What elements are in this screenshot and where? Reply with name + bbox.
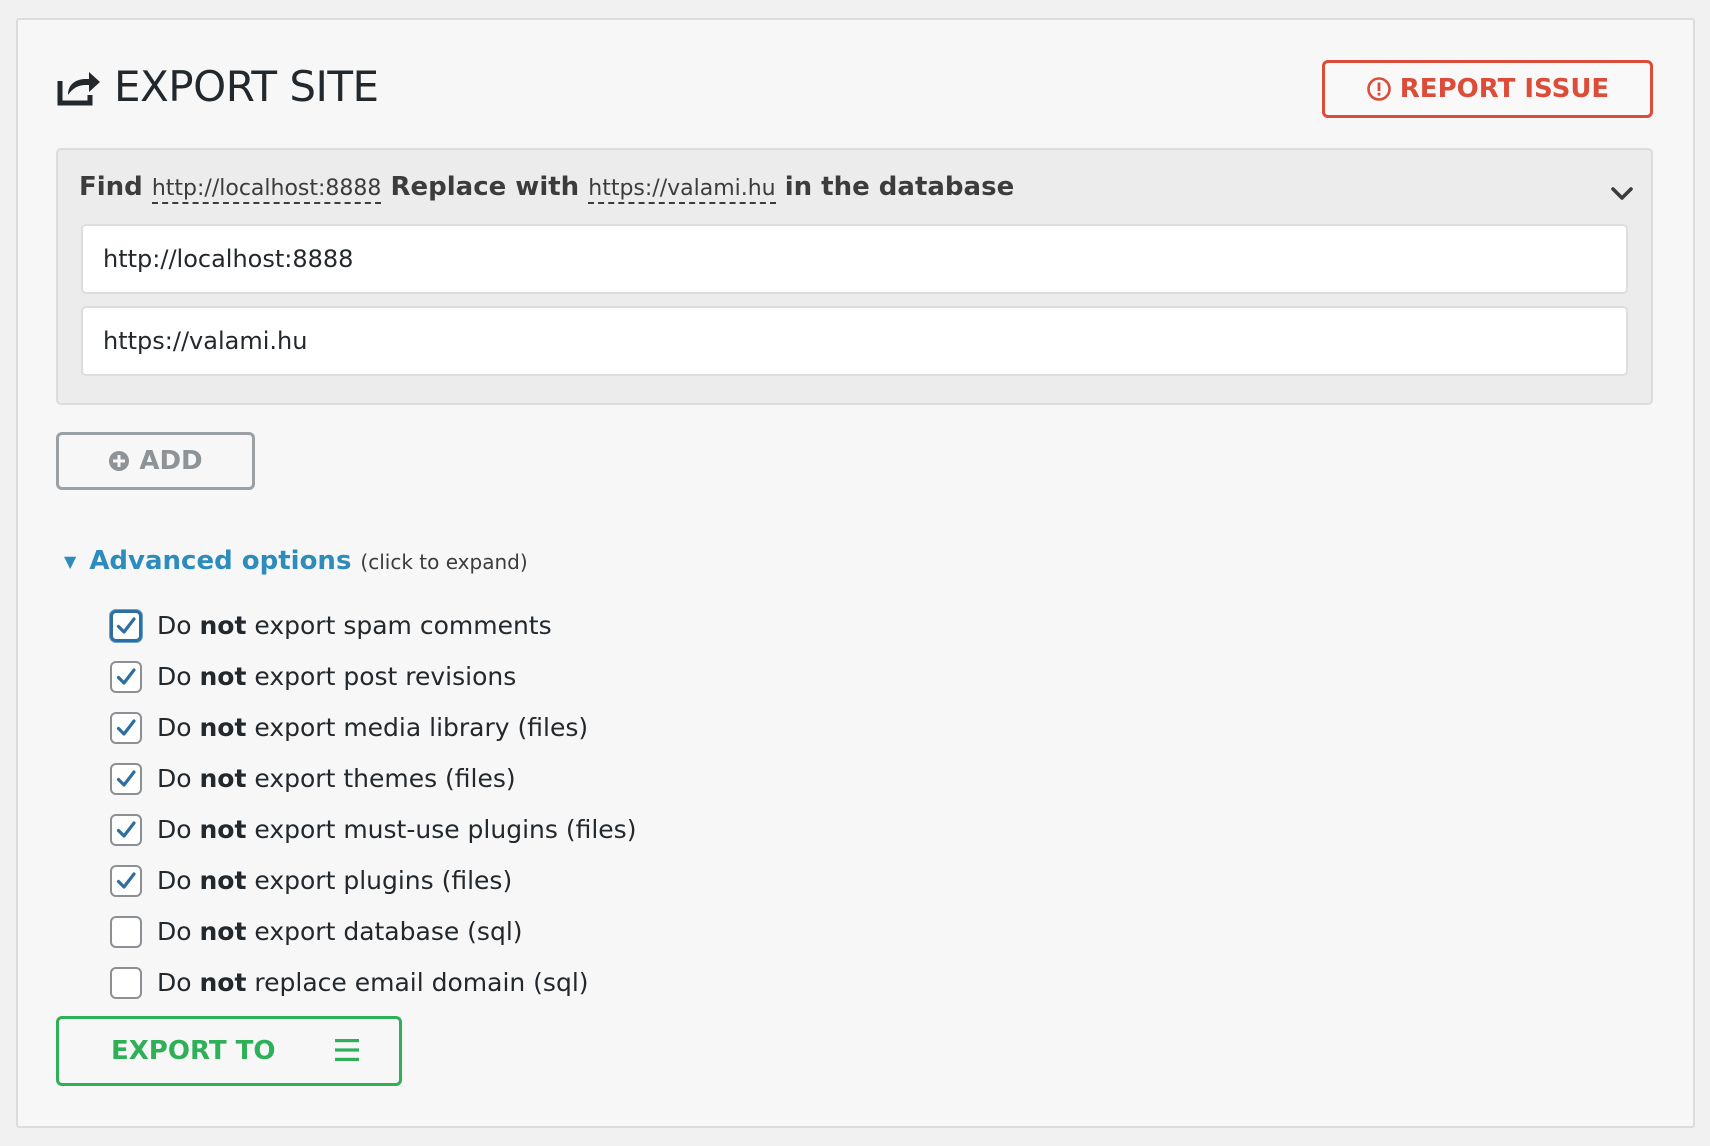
option-row[interactable]: Do not export themes (files) (110, 753, 636, 804)
option-label-emphasis: not (199, 713, 247, 742)
option-row[interactable]: Do not export media library (files) (110, 702, 636, 753)
option-checkbox[interactable] (110, 966, 142, 999)
option-label-prefix: Do (157, 815, 192, 844)
option-row[interactable]: Do not export must-use plugins (files) (110, 804, 636, 855)
find-replace-summary[interactable]: Find http://localhost:8888 Replace with … (79, 172, 1015, 204)
option-label-emphasis: not (199, 611, 247, 640)
alert-circle-icon (1366, 76, 1392, 102)
option-label-rest: export themes (files) (254, 764, 516, 793)
option-checkbox[interactable] (110, 813, 142, 846)
option-row[interactable]: Do not export plugins (files) (110, 855, 636, 906)
report-issue-button[interactable]: REPORT ISSUE (1322, 60, 1653, 118)
replace-input[interactable] (81, 306, 1628, 376)
replace-word: Replace with (390, 172, 580, 202)
find-url: http://localhost:8888 (151, 176, 382, 204)
checkmark-icon (116, 667, 136, 685)
export-panel: EXPORT SITE REPORT ISSUE Find http://loc… (16, 18, 1695, 1128)
option-label-prefix: Do (157, 713, 192, 742)
option-checkbox[interactable] (110, 711, 142, 744)
option-label: Do not export database (sql) (157, 917, 523, 946)
plus-circle-icon (108, 450, 130, 472)
option-checkbox[interactable] (110, 864, 142, 897)
checkmark-icon (116, 769, 136, 787)
checkmark-icon (116, 616, 136, 634)
option-label-rest: export media library (files) (254, 713, 589, 742)
option-label: Do not replace email domain (sql) (157, 968, 589, 997)
option-label: Do not export must-use plugins (files) (157, 815, 636, 844)
replace-suffix: in the database (784, 172, 1015, 202)
option-row[interactable]: Do not replace email domain (sql) (110, 957, 636, 1008)
menu-icon (335, 1039, 359, 1061)
option-label-rest: export spam comments (254, 611, 552, 640)
option-label-prefix: Do (157, 764, 192, 793)
option-label-emphasis: not (199, 968, 247, 997)
option-label: Do not export media library (files) (157, 713, 588, 742)
add-button[interactable]: ADD (56, 432, 255, 490)
option-row[interactable]: Do not export spam comments (110, 600, 636, 651)
option-label-emphasis: not (199, 764, 247, 793)
option-label-emphasis: not (199, 815, 247, 844)
export-to-button[interactable]: EXPORT TO (56, 1016, 402, 1086)
checkmark-icon (116, 820, 136, 838)
option-row[interactable]: Do not export database (sql) (110, 906, 636, 957)
advanced-options-toggle[interactable]: ▼ Advanced options (click to expand) (64, 546, 528, 576)
title-row: EXPORT SITE (56, 62, 379, 111)
checkmark-icon (116, 871, 136, 889)
checkmark-icon (116, 718, 136, 736)
option-checkbox[interactable] (110, 915, 142, 948)
option-checkbox[interactable] (110, 762, 142, 795)
add-label: ADD (139, 446, 203, 476)
option-label-prefix: Do (157, 866, 192, 895)
option-label-rest: export plugins (files) (254, 866, 513, 895)
advanced-options-list: Do not export spam comments Do not export… (110, 600, 636, 1008)
advanced-options-title: Advanced options (89, 546, 352, 576)
option-label: Do not export spam comments (157, 611, 552, 640)
option-label-rest: export must-use plugins (files) (254, 815, 637, 844)
report-issue-label: REPORT ISSUE (1399, 74, 1610, 104)
option-checkbox[interactable] (110, 660, 142, 693)
find-word: Find (79, 172, 143, 202)
option-label: Do not export plugins (files) (157, 866, 512, 895)
option-label-emphasis: not (199, 917, 247, 946)
option-label-rest: replace email domain (sql) (254, 968, 589, 997)
page-title: EXPORT SITE (114, 62, 379, 111)
triangle-down-icon: ▼ (64, 552, 77, 571)
option-row[interactable]: Do not export post revisions (110, 651, 636, 702)
replace-url: https://valami.hu (588, 176, 776, 204)
option-checkbox[interactable] (110, 609, 142, 642)
option-label-prefix: Do (157, 611, 192, 640)
option-label: Do not export themes (files) (157, 764, 516, 793)
option-label-rest: export post revisions (254, 662, 517, 691)
chevron-down-icon[interactable] (1609, 180, 1635, 206)
find-replace-box: Find http://localhost:8888 Replace with … (56, 148, 1653, 405)
option-label-prefix: Do (157, 662, 192, 691)
option-label: Do not export post revisions (157, 662, 516, 691)
option-label-prefix: Do (157, 917, 192, 946)
option-label-rest: export database (sql) (254, 917, 523, 946)
option-label-emphasis: not (199, 662, 247, 691)
advanced-options-hint: (click to expand) (360, 550, 528, 574)
option-label-prefix: Do (157, 968, 192, 997)
export-to-label: EXPORT TO (111, 1036, 276, 1066)
find-input[interactable] (81, 224, 1628, 294)
share-icon (56, 67, 102, 107)
option-label-emphasis: not (199, 866, 247, 895)
